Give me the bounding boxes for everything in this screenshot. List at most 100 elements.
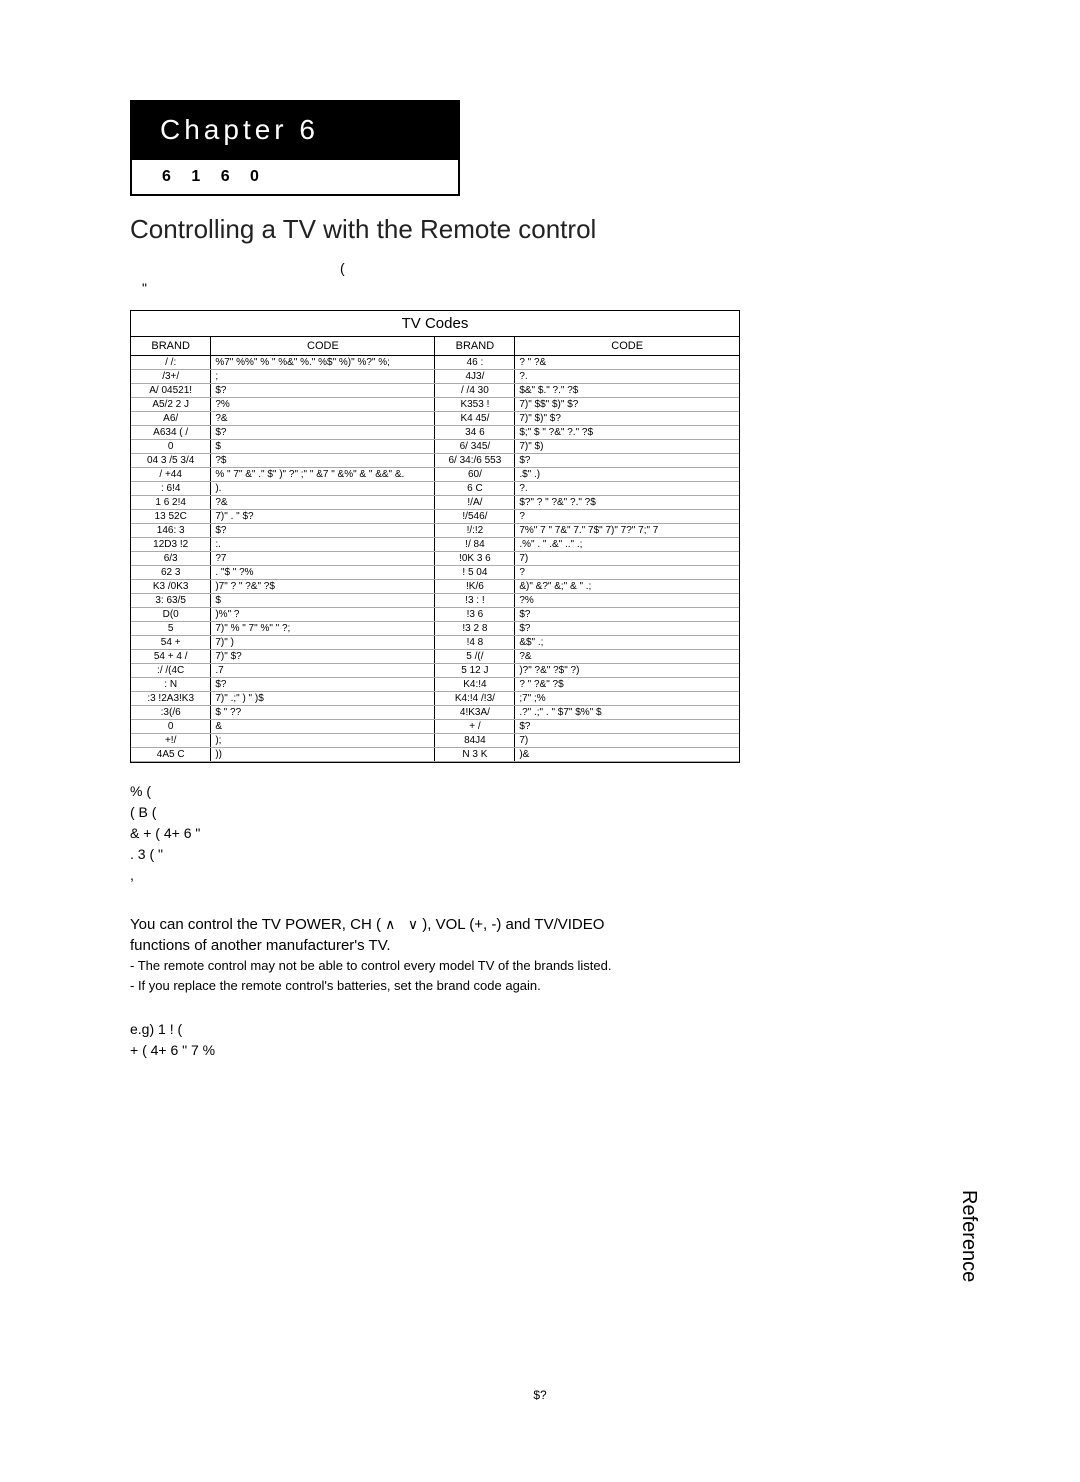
code-cell: $;" $ " ?&" ?." ?$ [515,426,739,440]
control-main3: functions of another manufacturer's TV. [130,935,950,956]
code-cell: )& [515,748,739,762]
brand-cell: A6/ [131,412,211,426]
code-cell: 7)" . " $? [211,510,435,524]
code-cell: ); [211,734,435,748]
brand-cell: / +44 [131,468,211,482]
code-cell: . "$ " ?% [211,566,435,580]
code-cell: .%" . " .&" .." .; [515,538,739,552]
brand-cell: 60/ [435,468,515,482]
brand-cell: !3 : ! [435,594,515,608]
table-row: 57)" % " 7" %" " ?;!3 2 8$? [131,622,739,636]
brand-cell: 04 3 /5 3/4 [131,454,211,468]
brand-cell: 34 6 [435,426,515,440]
table-row: 54 + 4 /7)" $?5 /(/?& [131,650,739,664]
table-row: 1 6 2!4?&!/A/$?" ? " ?&" ?." ?$ [131,496,739,510]
page-title: Controlling a TV with the Remote control [130,214,950,245]
step-line2: ( B ( [130,802,950,823]
code-cell: .7 [211,664,435,678]
code-cell: ?% [515,594,739,608]
code-cell: 7) [515,552,739,566]
code-cell: ?. [515,370,739,384]
code-cell: :. [211,538,435,552]
code-cell: 7) [515,734,739,748]
table-row: 146: 3$?!/:!27%" 7 " 7&" 7." 7$" 7)" 7?"… [131,524,739,538]
table-row: 62 3. "$ " ?%! 5 04? [131,566,739,580]
th-brand-right: BRAND [435,337,515,356]
table-row: / /:%7" %%" % " %&" %." %$" %)" %?" %;46… [131,356,739,370]
brand-cell: !4 8 [435,636,515,650]
code-cell: %7" %%" % " %&" %." %$" %)" %?" %; [211,356,435,370]
control-main2: ), VOL (+, -) and TV/VIDEO [422,916,604,933]
steps-block: % ( ( B ( & + ( 4+ 6 " . 3 ( " , [130,781,950,886]
code-cell: $ [211,440,435,454]
brand-cell: !/A/ [435,496,515,510]
brand-cell: N 3 K [435,748,515,762]
brand-cell: 0 [131,440,211,454]
brand-cell: !/ 84 [435,538,515,552]
code-cell: ? " ?& [515,356,739,370]
table-row: 12D3 !2:.!/ 84.%" . " .&" .." .; [131,538,739,552]
brand-cell: K4:!4 /!3/ [435,692,515,706]
control-sub1: - The remote control may not be able to … [130,956,950,976]
code-cell: ?. [515,482,739,496]
brand-cell: 146: 3 [131,524,211,538]
brand-cell: !K/6 [435,580,515,594]
code-cell: $? [211,678,435,692]
table-row: / +44% " 7" &" ." $" )" ?" ;" " &7 " &%"… [131,468,739,482]
table-row: 0$6/ 345/7)" $) [131,440,739,454]
code-cell: 7)" ) [211,636,435,650]
code-cell: ?& [515,650,739,664]
brand-cell: 84J4 [435,734,515,748]
example-block: e.g) 1 ! ( + ( 4+ 6 " 7 % [130,1019,950,1061]
chapter-sub: 6 1 6 0 [130,160,460,196]
code-cell: ? [515,510,739,524]
brand-cell: +!/ [131,734,211,748]
code-cell: &$" .; [515,636,739,650]
step-line5: , [130,865,950,886]
brand-cell: !/546/ [435,510,515,524]
table-row: : 6!4).6 C?. [131,482,739,496]
table-row: 0&+ /$? [131,720,739,734]
table-row: 6/3?7!0K 3 67) [131,552,739,566]
code-cell: ? [515,566,739,580]
brand-cell: 54 + 4 / [131,650,211,664]
step-line3: & + ( 4+ 6 " [130,823,950,844]
code-cell: ? " ?&" ?$ [515,678,739,692]
brand-cell: 6/ 34:/6 553 [435,454,515,468]
code-cell: &)" &?" &;" & " .; [515,580,739,594]
brand-cell: 5 12 J [435,664,515,678]
table-row: 13 52C7)" . " $?!/546/? [131,510,739,524]
th-brand-left: BRAND [131,337,211,356]
brand-cell: 54 + [131,636,211,650]
code-cell: 7)" $? [211,650,435,664]
brand-cell: 5 /(/ [435,650,515,664]
code-cell: ; [211,370,435,384]
brand-cell: A/ 04521! [131,384,211,398]
brand-cell: D(0 [131,608,211,622]
brand-cell: ! 5 04 [435,566,515,580]
table-row: :/ /(4C.75 12 J)?" ?&" ?$" ?) [131,664,739,678]
code-cell: ?$ [211,454,435,468]
brand-cell: A634 ( / [131,426,211,440]
brand-cell: 1 6 2!4 [131,496,211,510]
control-sub2: - If you replace the remote control's ba… [130,976,950,996]
side-tab: Reference [957,1190,980,1282]
brand-cell: !0K 3 6 [435,552,515,566]
brand-cell: : N [131,678,211,692]
intro-line2: " [130,279,950,299]
code-cell: ;7" ;% [515,692,739,706]
code-cell: $? [211,426,435,440]
code-cell: 7)" $) [515,440,739,454]
brand-cell: K4 45/ [435,412,515,426]
code-cell: & [211,720,435,734]
brand-cell: :/ /(4C [131,664,211,678]
code-cell: )) [211,748,435,762]
brand-cell: 3: 63/5 [131,594,211,608]
code-cell: $? [515,454,739,468]
example-line1: e.g) 1 ! ( [130,1019,950,1040]
control-main1: You can control the TV POWER, CH ( [130,916,381,933]
table-row: /3+/;4J3/?. [131,370,739,384]
brand-cell: 62 3 [131,566,211,580]
brand-cell: 5 [131,622,211,636]
code-cell: 7)" $)" $? [515,412,739,426]
